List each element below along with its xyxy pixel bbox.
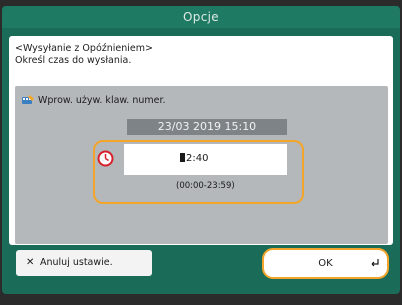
close-icon: ✕ — [26, 257, 35, 268]
header-line-2: Określ czas do wysłania. — [15, 55, 132, 66]
ok-button-label: OK — [318, 258, 333, 269]
hint-text: Wprow. używ. klaw. numer. — [38, 95, 166, 106]
time-input-text: 2:40 — [186, 153, 209, 164]
clock-icon — [97, 150, 114, 167]
cancel-settings-button[interactable]: ✕ Anuluj ustawie. — [16, 250, 152, 276]
ok-button[interactable]: OK — [262, 248, 389, 279]
window-title: Opcje — [183, 10, 219, 24]
cancel-button-label: Anuluj ustawie. — [40, 257, 113, 268]
time-input-value: 2:40 — [180, 153, 208, 164]
title-bar: Opcje — [2, 6, 400, 28]
current-datetime: 23/03 2019 15:10 — [127, 119, 287, 135]
header-line-1: <Wysyłanie z Opóźnieniem> — [15, 43, 153, 54]
enter-icon — [371, 259, 379, 267]
time-range-hint: (00:00-23:59) — [176, 181, 235, 191]
keypad-hint-icon — [22, 95, 34, 104]
dialog-header: <Wysyłanie z Opóźnieniem> Określ czas do… — [15, 43, 153, 67]
text-cursor — [180, 153, 185, 162]
